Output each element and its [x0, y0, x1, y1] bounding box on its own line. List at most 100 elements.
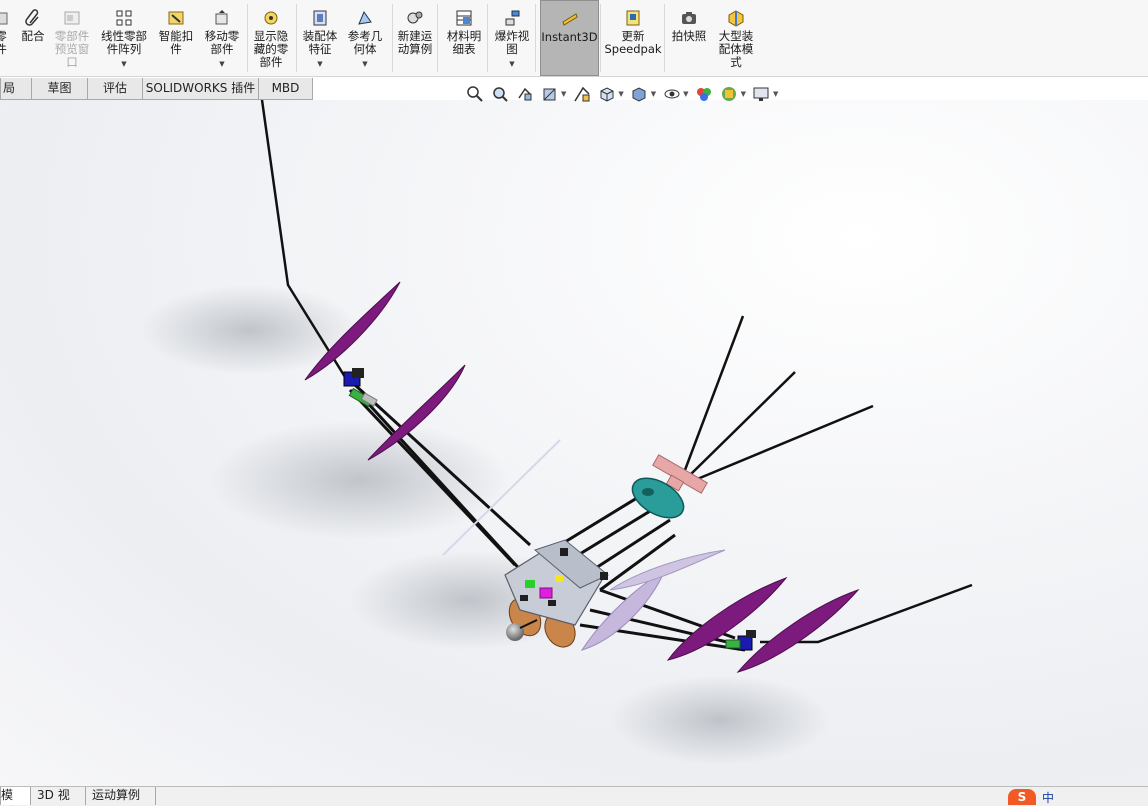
mate-button[interactable]: 配合: [18, 0, 48, 76]
floor-shadow: [610, 675, 830, 765]
component-preview-label: 零部件 预览窗 口: [54, 29, 90, 69]
ribbon-separator: [487, 4, 488, 72]
dropdown-caret-icon[interactable]: ▼: [317, 58, 322, 71]
assembly-feature-icon: [310, 8, 330, 28]
take-snapshot-label: 拍快照: [671, 29, 707, 43]
zoom-to-fit-icon[interactable]: [465, 84, 485, 104]
sogou-logo-icon[interactable]: S: [1008, 789, 1036, 805]
show-hidden-icon: [261, 8, 281, 28]
bottom-tab-bar: 模型 3D 视图 运动算例 1: [0, 786, 1148, 806]
dropdown-caret-icon[interactable]: ▼: [683, 90, 688, 98]
part-icon: [0, 8, 11, 28]
tab-mbd[interactable]: MBD: [258, 78, 313, 100]
exploded-view-button[interactable]: 爆炸视 图 ▼: [490, 0, 534, 76]
apply-scene-icon[interactable]: [719, 84, 739, 104]
tab-solidworks-addins[interactable]: SOLIDWORKS 插件: [142, 78, 259, 100]
input-method-label[interactable]: 中: [1042, 789, 1054, 806]
tab-3d-view[interactable]: 3D 视图: [31, 787, 86, 806]
bom-icon: [454, 8, 474, 28]
mate-label: 配合: [21, 29, 45, 43]
display-style-icon[interactable]: [629, 84, 649, 104]
linear-pattern-button[interactable]: 线性零部 件阵列 ▼: [96, 0, 152, 76]
new-motion-study-button[interactable]: 新建运 动算例: [393, 0, 437, 76]
ribbon-separator: [664, 4, 665, 72]
instant3d-icon: [560, 9, 580, 29]
move-component-icon: [212, 8, 232, 28]
exploded-view-label: 爆炸视 图: [494, 29, 530, 56]
dropdown-caret-icon[interactable]: ▼: [121, 58, 126, 71]
smart-fasteners-button[interactable]: 智能扣 件: [154, 0, 198, 76]
ball-weight: [506, 623, 524, 641]
new-motion-study-label: 新建运 动算例: [397, 29, 433, 56]
dropdown-caret-icon[interactable]: ▼: [618, 90, 623, 98]
tab-model[interactable]: 模型: [0, 787, 31, 806]
hide-show-items-icon[interactable]: [662, 84, 682, 104]
view-settings-icon[interactable]: [751, 84, 771, 104]
tab-sketch[interactable]: 草图: [31, 78, 88, 100]
show-hidden-label: 显示隐 藏的零 部件: [253, 29, 289, 69]
assembly-features-button[interactable]: 装配体 特征 ▼: [299, 0, 341, 76]
dropdown-caret-icon[interactable]: ▼: [773, 90, 778, 98]
take-snapshot-button[interactable]: 拍快照: [667, 0, 711, 76]
graphics-area[interactable]: [0, 100, 1148, 786]
instant3d-button[interactable]: Instant3D: [540, 0, 599, 76]
antenna-rod: [683, 315, 745, 471]
dropdown-caret-icon[interactable]: ▼: [509, 58, 514, 71]
large-assembly-label: 大型装 配体模 式: [718, 29, 754, 69]
dropdown-caret-icon[interactable]: ▼: [651, 90, 656, 98]
bill-of-materials-button[interactable]: 材料明 细表: [443, 0, 485, 76]
ribbon-separator: [296, 4, 297, 72]
speedpak-icon: [623, 8, 643, 28]
component-preview-button[interactable]: 零部件 预览窗 口: [51, 0, 93, 76]
zoom-to-area-icon[interactable]: [490, 84, 510, 104]
assembly-model-view[interactable]: [0, 100, 1148, 786]
section-view-icon[interactable]: [540, 84, 560, 104]
ribbon-separator: [600, 4, 601, 72]
edit-appearance-icon[interactable]: [694, 84, 714, 104]
command-manager-ribbon: 零 件 配合 零部件 预览窗 口线性零部 件阵列 ▼ 智能扣 件移动零 部件 ▼ 显示隐 藏…: [0, 0, 1148, 77]
view-orientation-icon[interactable]: [597, 84, 617, 104]
smart-fastener-icon: [166, 8, 186, 28]
heads-up-view-toolbar: ▼ ▼ ▼ ▼ ▼ ▼: [462, 82, 781, 106]
ribbon-separator: [437, 4, 438, 72]
update-speedpak-label: 更新 Speedpak: [604, 29, 662, 56]
reference-geometry-icon: [355, 8, 375, 28]
large-assembly-icon: [726, 8, 746, 28]
tab-layout[interactable]: 局: [0, 78, 32, 100]
bill-of-materials-label: 材料明 细表: [446, 29, 482, 56]
update-speedpak-button[interactable]: 更新 Speedpak: [604, 0, 662, 76]
smart-fasteners-label: 智能扣 件: [158, 29, 194, 56]
instant3d-label: Instant3D: [541, 30, 598, 44]
motor-hub-upper[interactable]: [343, 368, 378, 408]
large-assembly-button[interactable]: 大型装 配体模 式: [714, 0, 758, 76]
ribbon-separator: [535, 4, 536, 72]
preview-window-icon: [62, 8, 82, 28]
move-component-button[interactable]: 移动零 部件 ▼: [200, 0, 244, 76]
dropdown-caret-icon[interactable]: ▼: [741, 90, 746, 98]
linear-pattern-label: 线性零部 件阵列: [101, 29, 147, 56]
tab-motion-study-1[interactable]: 运动算例 1: [86, 787, 156, 806]
motor-hub-lower[interactable]: [725, 630, 756, 651]
floor-shadow: [210, 420, 510, 540]
exploded-view-icon: [502, 8, 522, 28]
dropdown-caret-icon[interactable]: ▼: [219, 58, 224, 71]
dropdown-caret-icon[interactable]: ▼: [362, 58, 367, 71]
insert-part-label: 零 件: [0, 29, 7, 56]
tab-evaluate[interactable]: 评估: [87, 78, 143, 100]
linear-pattern-icon: [114, 8, 134, 28]
assembly-features-label: 装配体 特征: [302, 29, 338, 56]
dropdown-caret-icon[interactable]: ▼: [561, 90, 566, 98]
leg-rod: [569, 503, 661, 562]
reference-geometry-label: 参考几 何体: [347, 29, 383, 56]
reference-geometry-button[interactable]: 参考几 何体 ▼: [343, 0, 387, 76]
insert-part-button[interactable]: 零 件: [0, 0, 10, 76]
show-hidden-button[interactable]: 显示隐 藏的零 部件: [250, 0, 292, 76]
move-component-label: 移动零 部件: [204, 29, 240, 56]
system-tray: S 中: [998, 786, 1148, 806]
previous-view-icon[interactable]: [515, 84, 535, 104]
camera-icon: [679, 8, 699, 28]
ribbon-separator: [247, 4, 248, 72]
teal-plate-hole: [642, 488, 654, 496]
dynamic-annotation-icon[interactable]: [572, 84, 592, 104]
motion-study-icon: [405, 8, 425, 28]
